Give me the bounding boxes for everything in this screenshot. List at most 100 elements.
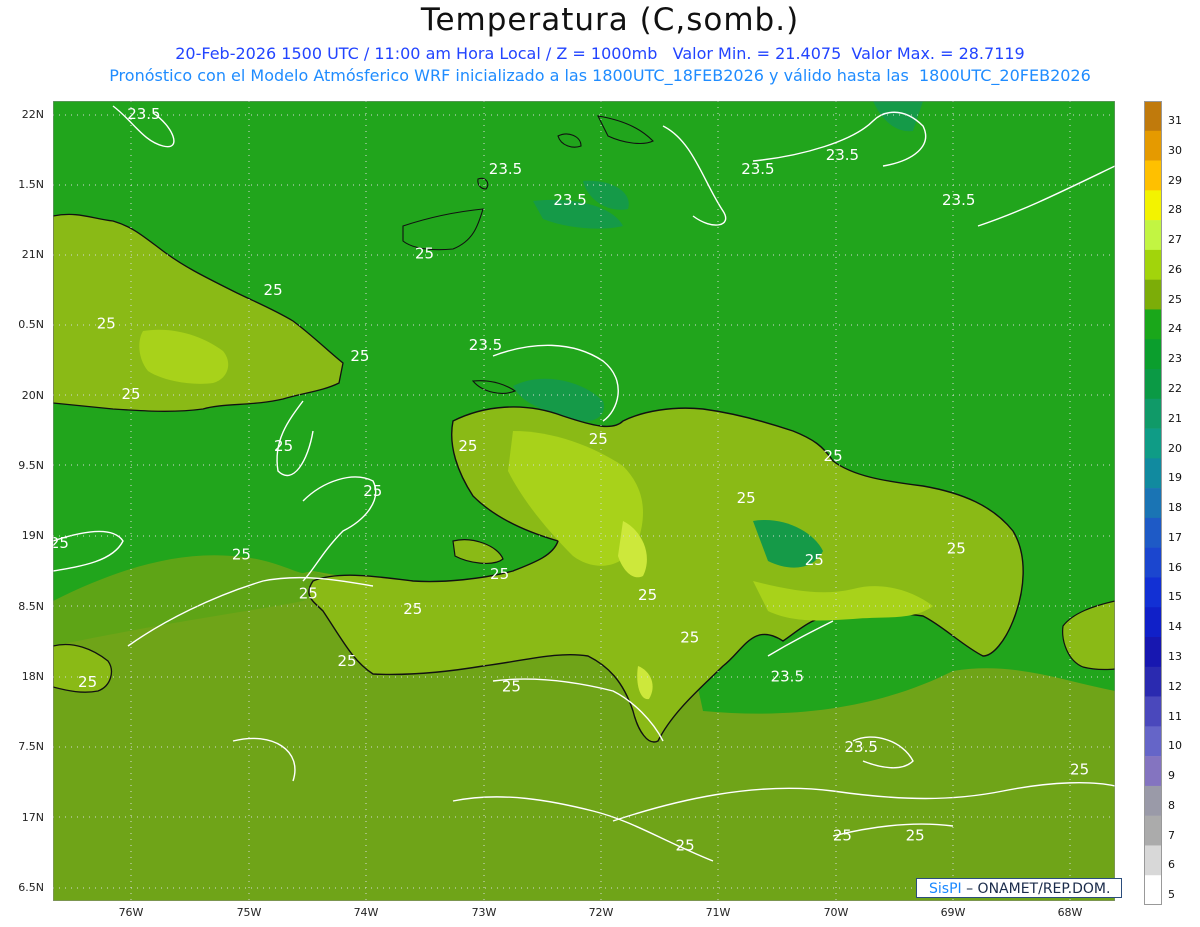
contour-label: 25 bbox=[264, 281, 283, 299]
contour-label: 25 bbox=[676, 836, 695, 854]
onamet-text: – ONAMET/REP.DOM. bbox=[966, 881, 1111, 897]
color-bar-cell bbox=[1144, 547, 1162, 578]
contour-label: 25 bbox=[737, 489, 756, 507]
color-bar-cell bbox=[1144, 726, 1162, 757]
sispi-onamet-badge: SisPI – ONAMET/REP.DOM. bbox=[916, 878, 1122, 898]
contour-label: 23.5 bbox=[553, 191, 586, 209]
color-bar-cell bbox=[1144, 875, 1162, 905]
color-bar-label: 26 bbox=[1168, 262, 1182, 276]
color-bar-label: 20 bbox=[1168, 441, 1182, 455]
color-bar-label: 8 bbox=[1168, 798, 1175, 812]
lat-label: 0.5N bbox=[18, 318, 44, 331]
lon-label: 73W bbox=[471, 906, 497, 919]
color-bar bbox=[1144, 101, 1162, 905]
contour-label: 23.5 bbox=[844, 738, 877, 756]
contour-label: 25 bbox=[415, 244, 434, 262]
color-bar-cell bbox=[1144, 577, 1162, 608]
lat-label: 6.5N bbox=[18, 881, 44, 894]
contour-label: 25 bbox=[589, 430, 608, 448]
color-bar-cell bbox=[1144, 130, 1162, 161]
lon-label: 74W bbox=[353, 906, 379, 919]
color-bar-cell bbox=[1144, 160, 1162, 191]
contour-label: 25 bbox=[638, 586, 657, 604]
color-bar-cell bbox=[1144, 845, 1162, 876]
contour-label: 25 bbox=[490, 565, 509, 583]
contour-label: 25 bbox=[805, 551, 824, 569]
color-bar-label: 24 bbox=[1168, 322, 1182, 336]
contour-label: 25 bbox=[1070, 760, 1089, 778]
lon-label: 75W bbox=[236, 906, 262, 919]
contour-label: 25 bbox=[121, 385, 140, 403]
contour-label: 23.5 bbox=[942, 191, 975, 209]
contour-label: 25 bbox=[458, 437, 477, 455]
color-bar-label: 15 bbox=[1168, 590, 1182, 604]
lat-label: 8.5N bbox=[18, 600, 44, 613]
color-bar-cell bbox=[1144, 517, 1162, 548]
color-bar-label: 17 bbox=[1168, 530, 1182, 544]
color-bar-cell bbox=[1144, 756, 1162, 787]
color-bar-label: 27 bbox=[1168, 233, 1182, 247]
lon-label: 71W bbox=[705, 906, 731, 919]
valid-time-line: 20-Feb-2026 1500 UTC / 11:00 am Hora Loc… bbox=[175, 44, 1025, 63]
color-bar-label: 9 bbox=[1168, 769, 1175, 783]
color-bar-cell bbox=[1144, 339, 1162, 370]
contour-label: 25 bbox=[78, 673, 97, 691]
lon-label: 72W bbox=[588, 906, 614, 919]
color-bar-cell bbox=[1144, 101, 1162, 132]
sispi-logo-text: SisPI bbox=[929, 881, 962, 897]
color-bar-label: 29 bbox=[1168, 173, 1182, 187]
contour-label: 25 bbox=[403, 600, 422, 618]
contour-label: 25 bbox=[906, 827, 925, 845]
color-bar-label: 16 bbox=[1168, 560, 1182, 574]
color-bar-label: 30 bbox=[1168, 143, 1182, 157]
color-bar-cell bbox=[1144, 458, 1162, 489]
contour-label: 23.5 bbox=[826, 146, 859, 164]
contour-label: 25 bbox=[274, 437, 293, 455]
color-bar-label: 19 bbox=[1168, 471, 1182, 485]
color-bar-label: 14 bbox=[1168, 620, 1182, 634]
color-bar-cell bbox=[1144, 785, 1162, 816]
lon-label: 69W bbox=[940, 906, 966, 919]
contour-label: 25 bbox=[680, 628, 699, 646]
color-bar-label: 25 bbox=[1168, 292, 1182, 306]
color-bar-cell bbox=[1144, 488, 1162, 519]
lat-label: 7.5N bbox=[18, 740, 44, 753]
contour-label: 25 bbox=[337, 652, 356, 670]
color-bar-label: 31 bbox=[1168, 114, 1182, 127]
color-bar-cell bbox=[1144, 815, 1162, 846]
contour-label: 25 bbox=[833, 827, 852, 845]
model-info-line: Pronóstico con el Modelo Atmósferico WRF… bbox=[109, 66, 1091, 85]
color-bar-cell bbox=[1144, 696, 1162, 727]
contour-label: 23.5 bbox=[489, 160, 522, 178]
color-bar-label: 11 bbox=[1168, 709, 1182, 723]
contour-label: 25 bbox=[502, 678, 521, 696]
color-bar-label: 22 bbox=[1168, 382, 1182, 395]
color-bar-label: 12 bbox=[1168, 679, 1182, 693]
color-bar-label: 6 bbox=[1168, 858, 1175, 872]
lon-label: 70W bbox=[823, 906, 849, 919]
map-title: Temperatura (C,somb.) bbox=[420, 2, 800, 38]
contour-label: 23.5 bbox=[469, 336, 502, 354]
color-bar-cell bbox=[1144, 607, 1162, 638]
color-bar-cell bbox=[1144, 249, 1162, 280]
color-bar-cell bbox=[1144, 279, 1162, 310]
color-bar-label: 10 bbox=[1168, 739, 1182, 753]
contour-label: 25 bbox=[97, 315, 116, 333]
color-bar-label: 13 bbox=[1168, 650, 1182, 663]
contour-label: 23.5 bbox=[741, 160, 774, 178]
color-bar-cell bbox=[1144, 398, 1162, 429]
lon-label: 76W bbox=[118, 906, 144, 919]
contour-label: 25 bbox=[350, 347, 369, 365]
contour-label: 25 bbox=[299, 585, 318, 603]
color-bar-cell bbox=[1144, 637, 1162, 668]
contour-label: 25 bbox=[363, 482, 382, 500]
lon-label: 68W bbox=[1057, 906, 1083, 919]
color-bar-cell bbox=[1144, 369, 1162, 400]
contour-label: 25 bbox=[947, 540, 966, 558]
lat-label: 17N bbox=[21, 811, 44, 824]
color-bar-cell bbox=[1144, 220, 1162, 251]
lat-label: 21N bbox=[21, 248, 44, 261]
lat-label: 22N bbox=[21, 108, 44, 121]
color-bar-label: 23 bbox=[1168, 352, 1182, 366]
color-bar-label: 28 bbox=[1168, 203, 1182, 217]
